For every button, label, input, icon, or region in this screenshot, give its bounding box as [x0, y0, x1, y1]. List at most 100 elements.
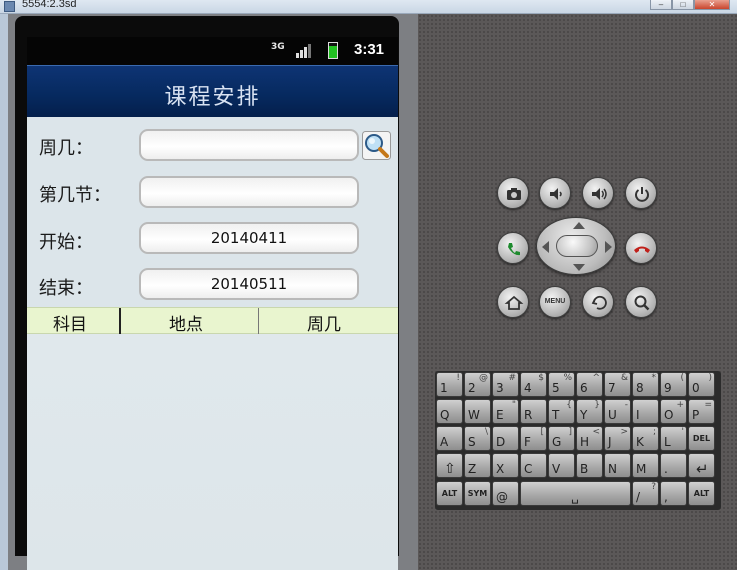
power-icon [635, 187, 649, 202]
key-sym[interactable]: SYM [464, 481, 491, 506]
end-label: 结束： [39, 278, 93, 299]
key-9[interactable]: 9( [660, 372, 687, 397]
key-slash[interactable]: /? [632, 481, 659, 506]
key-e[interactable]: E " [492, 399, 519, 424]
volume-down-icon [550, 188, 562, 200]
back-icon [591, 295, 607, 310]
key-w[interactable]: W [464, 399, 491, 424]
key-shift[interactable]: ⇧ [436, 453, 463, 478]
key-p[interactable]: P = [688, 399, 715, 424]
search-icon [634, 295, 650, 311]
key-x[interactable]: X [492, 453, 519, 478]
key-l[interactable]: L ' [660, 426, 687, 451]
key-g[interactable]: G] [548, 426, 575, 451]
key-space[interactable]: ␣ [520, 481, 631, 506]
key-6[interactable]: 6 ^ [576, 372, 603, 397]
dpad[interactable] [536, 217, 616, 275]
key-5[interactable]: 5% [548, 372, 575, 397]
key-b[interactable]: B [576, 453, 603, 478]
end-date-input[interactable]: 20140511 [139, 268, 359, 300]
menu-button-label: MENU [544, 298, 566, 305]
minimize-button[interactable]: – [650, 0, 672, 10]
device-screen: 3G 3:31 课程安排 周几： 第几节： 开始： 20140411 结束： 2… [27, 37, 398, 570]
key-j[interactable]: J > [604, 426, 631, 451]
key-period[interactable]: . [660, 453, 687, 478]
volume-down-button[interactable] [539, 177, 571, 209]
key-enter[interactable]: ↵ [688, 453, 715, 478]
key-8[interactable]: 8 * [632, 372, 659, 397]
magnifier-icon [362, 131, 391, 160]
key-4[interactable]: 4 $ [520, 372, 547, 397]
call-button[interactable] [497, 232, 529, 264]
maximize-button[interactable]: □ [672, 0, 694, 10]
volume-up-button[interactable] [582, 177, 614, 209]
key-at[interactable]: @ [492, 481, 519, 506]
dpad-center-button[interactable] [556, 235, 598, 257]
key-f[interactable]: F[ [520, 426, 547, 451]
back-button[interactable] [582, 286, 614, 318]
key-k[interactable]: K; [632, 426, 659, 451]
column-divider [258, 308, 259, 334]
phone-red-icon [634, 246, 650, 253]
key-h[interactable]: H < [576, 426, 603, 451]
column-header-subject: 科目 [53, 315, 87, 335]
key-r[interactable]: R [520, 399, 547, 424]
key-v[interactable]: V [548, 453, 575, 478]
key-2[interactable]: 2 @ [464, 372, 491, 397]
key-7[interactable]: 7 & [604, 372, 631, 397]
emulator-window-icon [4, 1, 15, 12]
dpad-right-icon[interactable] [605, 241, 612, 253]
key-3[interactable]: 3 # [492, 372, 519, 397]
search-button[interactable] [362, 131, 391, 160]
network-type-icon: 3G [271, 42, 285, 52]
window-title: 5554:2.3sd [22, 0, 77, 10]
key-1[interactable]: 1! [436, 372, 463, 397]
key-comma[interactable]: , [660, 481, 687, 506]
weekday-input[interactable] [139, 129, 359, 161]
menu-button[interactable]: MENU [539, 286, 571, 318]
column-divider [119, 308, 121, 334]
key-u[interactable]: U- [604, 399, 631, 424]
key-z[interactable]: Z [464, 453, 491, 478]
key-alt-left[interactable]: ALT [436, 481, 463, 506]
key-i[interactable]: I [632, 399, 659, 424]
key-t[interactable]: T{ [548, 399, 575, 424]
signal-strength-icon [296, 42, 315, 58]
schedule-table-header: 科目 地点 周几 [27, 307, 398, 335]
status-clock: 3:31 [354, 41, 385, 58]
start-date-input[interactable]: 20140411 [139, 222, 359, 254]
home-button[interactable] [497, 286, 529, 318]
page-title: 课程安排 [164, 85, 261, 110]
key-o[interactable]: O + [660, 399, 687, 424]
camera-button[interactable] [497, 177, 529, 209]
key-y[interactable]: Y} [576, 399, 603, 424]
weekday-label: 周几： [39, 138, 93, 159]
key-n[interactable]: N [604, 453, 631, 478]
period-input[interactable] [139, 176, 359, 208]
status-bar: 3G 3:31 [27, 37, 398, 65]
column-header-location: 地点 [169, 315, 203, 335]
key-0[interactable]: 0) [688, 372, 715, 397]
dpad-left-icon[interactable] [542, 241, 549, 253]
key-m[interactable]: M [632, 453, 659, 478]
dpad-up-icon[interactable] [573, 222, 585, 229]
column-header-weekday: 周几 [307, 315, 341, 335]
key-alt-right[interactable]: ALT [688, 481, 715, 506]
key-del[interactable]: DEL [688, 426, 715, 451]
search-hardware-button[interactable] [625, 286, 657, 318]
battery-icon [328, 42, 338, 59]
key-s[interactable]: S \ [464, 426, 491, 451]
power-button[interactable] [625, 177, 657, 209]
key-a[interactable]: A [436, 426, 463, 451]
key-q[interactable]: Q [436, 399, 463, 424]
dpad-down-icon[interactable] [573, 264, 585, 271]
close-button[interactable]: ✕ [694, 0, 730, 10]
home-icon [504, 295, 524, 310]
volume-up-icon [592, 188, 607, 200]
hardware-keyboard: 1! 2 @ 3 # 4 $ 5% 6 ^ 7 & 8 * 9( 0) Q W E " R T… [435, 371, 721, 510]
end-call-button[interactable] [625, 232, 657, 264]
key-d[interactable]: D [492, 426, 519, 451]
schedule-list[interactable] [27, 334, 398, 570]
window-titlebar: 5554:2.3sd – □ ✕ [0, 0, 737, 14]
key-c[interactable]: C [520, 453, 547, 478]
